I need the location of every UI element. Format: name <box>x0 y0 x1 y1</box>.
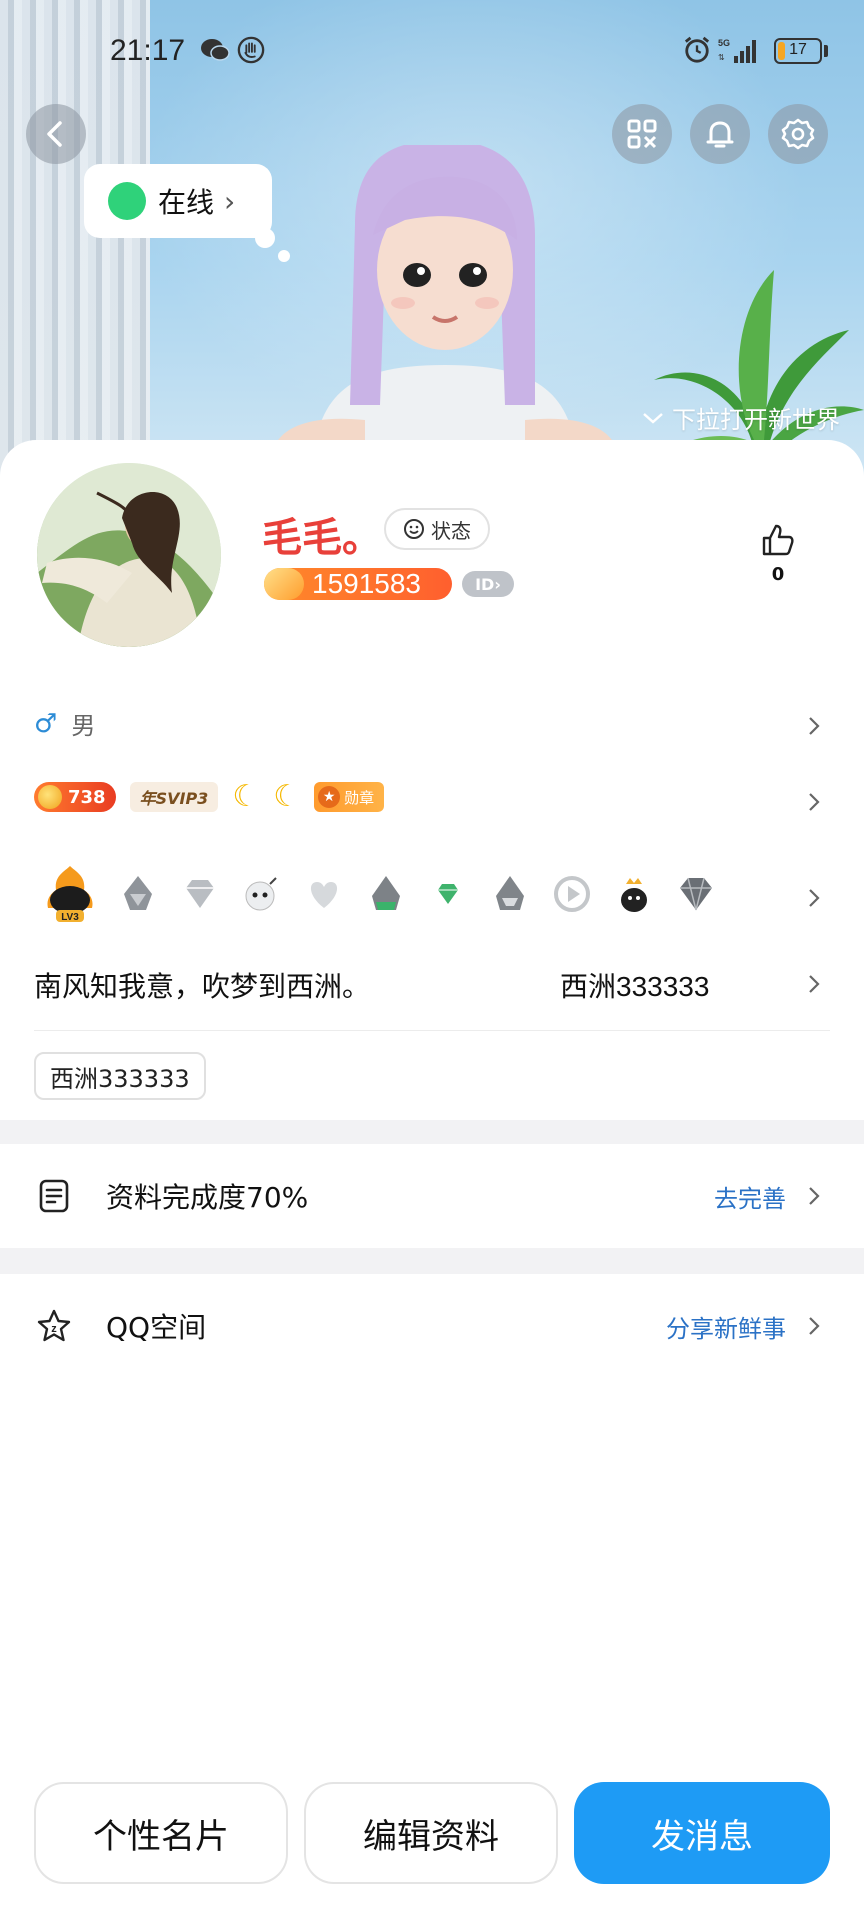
medal-label: 勋章 <box>344 788 375 807</box>
divider <box>34 1030 830 1031</box>
status-label: 状态 <box>431 518 471 543</box>
hand-icon <box>237 36 265 64</box>
signature-text[interactable]: 南风知我意，吹梦到西洲。 <box>34 965 370 1005</box>
thumbs-up-icon <box>762 524 794 556</box>
section-gap <box>0 1120 864 1144</box>
svip-badge: 年SVIP3 <box>129 782 219 812</box>
online-dot-icon <box>108 182 146 220</box>
wechat-icon <box>201 39 230 61</box>
moon-icon: ☾ <box>232 779 260 814</box>
dark-diamond-icon <box>680 877 712 911</box>
male-icon: ♂ <box>34 708 58 739</box>
qq-number-badge[interactable]: 1591583 <box>264 568 452 600</box>
avatar-illustration <box>37 463 221 647</box>
gray-penguin-icon <box>124 876 152 910</box>
pull-down-hint[interactable]: 下拉打开新世界 <box>642 400 840 435</box>
video-play-icon <box>554 876 590 912</box>
green-penguin-icon <box>372 876 400 910</box>
level-badge: 738 <box>34 782 116 812</box>
like-button[interactable]: 0 <box>758 522 798 585</box>
green-diamond-icon <box>438 884 458 904</box>
profile-card-button[interactable]: 个性名片 <box>34 1782 288 1884</box>
chevron-right-icon <box>809 975 820 993</box>
qzone-label: QQ空间 <box>106 1311 207 1344</box>
online-label: 在线 <box>158 186 215 219</box>
profile-tag[interactable]: 西洲333333 <box>34 1052 206 1100</box>
moon-icon: ☾ <box>273 779 301 814</box>
smile-status-icon <box>404 519 424 539</box>
gender-label: 男 <box>71 712 96 740</box>
chevron-right-icon: › <box>224 184 236 218</box>
gray-penguin-icon <box>496 876 524 910</box>
sun-coin-icon <box>38 785 62 809</box>
avatar[interactable] <box>34 460 224 650</box>
badges-row[interactable]: 738 年SVIP3 ☾ ☾ ★ 勋章 <box>34 779 385 814</box>
diamond-icon <box>186 880 214 908</box>
settings-button[interactable] <box>768 104 828 164</box>
completion-label: 资料完成度70% <box>106 1181 309 1214</box>
pull-hint-text: 下拉打开新世界 <box>672 406 840 434</box>
send-message-button[interactable]: 发消息 <box>574 1782 830 1884</box>
heart-icon <box>310 882 338 908</box>
qzone-star-icon: z <box>37 1309 71 1342</box>
notification-button[interactable] <box>690 104 750 164</box>
online-status-bubble[interactable]: 在线 › <box>84 164 272 238</box>
chevron-right-icon <box>809 1187 820 1205</box>
status-bar: 21:17 5G ⇅ 17 <box>0 0 864 100</box>
share-news-link[interactable]: 分享新鲜事 <box>666 1309 786 1344</box>
chevron-left-icon <box>47 121 62 147</box>
back-button[interactable] <box>26 104 86 164</box>
battery-percent: 17 <box>789 41 807 58</box>
profile-completion-row[interactable]: 资料完成度70% 去完善 <box>0 1144 864 1248</box>
gender-row[interactable]: ♂ 男 <box>34 706 95 741</box>
chevron-right-icon <box>809 793 820 811</box>
qr-code-button[interactable] <box>612 104 672 164</box>
nickname: 毛毛。 <box>262 515 382 561</box>
gear-icon <box>781 118 815 150</box>
svg-text:LV3: LV3 <box>61 912 79 923</box>
alarm-icon <box>684 36 710 63</box>
bottom-action-bar: 个性名片 编辑资料 发消息 <box>0 1782 864 1886</box>
signature-secondary[interactable]: 西洲333333 <box>560 965 709 1005</box>
chevron-right-icon <box>809 1317 820 1335</box>
zplan-avatar-figure <box>275 145 615 445</box>
document-icon <box>39 1179 69 1213</box>
section-gap <box>0 1248 864 1274</box>
chevron-down-icon <box>643 412 663 424</box>
svg-text:5G: 5G <box>718 38 730 48</box>
qr-code-icon <box>627 119 657 149</box>
qq-level-penguin-icon: LV3 <box>47 866 93 923</box>
level-value: 738 <box>68 786 106 808</box>
svg-text:z: z <box>51 1323 57 1335</box>
like-count: 0 <box>771 564 785 585</box>
crown-penguin-icon <box>621 878 647 912</box>
qzone-row[interactable]: z QQ空间 分享新鲜事 <box>0 1274 864 1378</box>
clock: 21:17 <box>110 34 186 67</box>
status-button[interactable]: 状态 <box>384 508 490 550</box>
battery-indicator: 17 <box>774 38 822 64</box>
star-icon: ★ <box>318 786 341 808</box>
chevron-right-icon <box>809 717 820 735</box>
lightning-badge-icon <box>264 568 304 600</box>
svg-text:⇅: ⇅ <box>718 53 725 62</box>
chevron-right-icon <box>809 889 820 907</box>
medal-badge: ★ 勋章 <box>314 782 385 812</box>
bomb-face-icon <box>245 877 277 911</box>
bell-icon <box>706 121 734 148</box>
edit-profile-button[interactable]: 编辑资料 <box>304 1782 558 1884</box>
id-label: ID <box>475 574 495 594</box>
id-button[interactable]: ID › <box>462 571 514 597</box>
signal-5g-icon: 5G ⇅ <box>718 38 756 63</box>
qq-number: 1591583 <box>312 568 422 599</box>
complete-profile-link[interactable]: 去完善 <box>714 1179 786 1214</box>
service-icons-row[interactable]: LV3 <box>42 864 718 924</box>
